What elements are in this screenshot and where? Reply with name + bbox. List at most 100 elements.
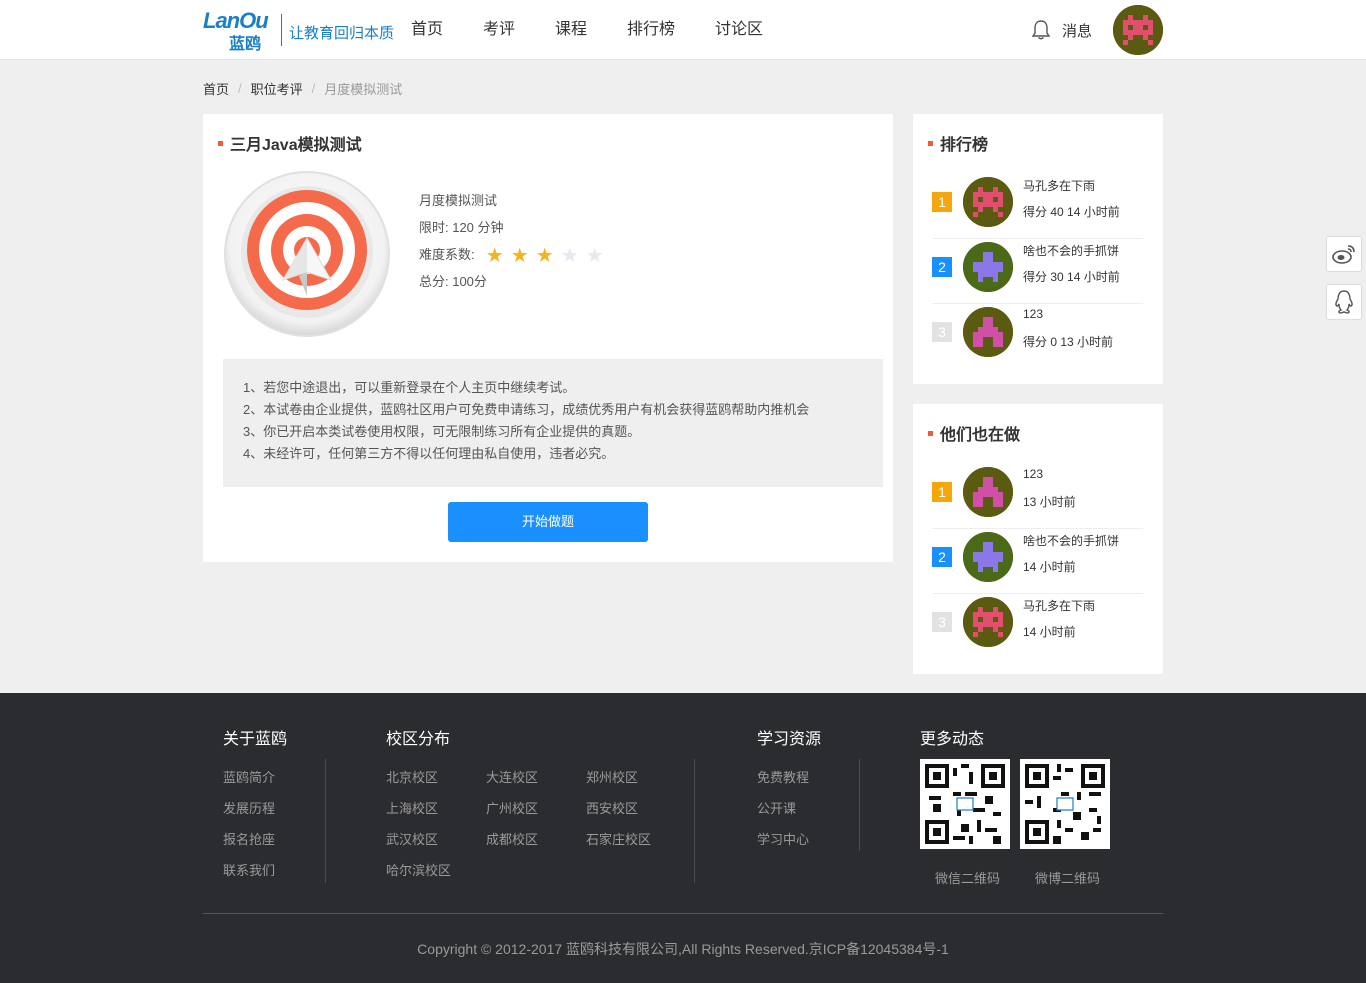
notice-line: 1、若您中途退出，可以重新登录在个人主页中继续考试。 — [243, 380, 576, 395]
rank-number: 1 — [932, 192, 952, 212]
qq-share-button[interactable] — [1326, 284, 1362, 320]
wechat-qr-caption: 微信二维码 — [935, 871, 1001, 886]
start-exam-button[interactable]: 开始做题 — [448, 502, 648, 542]
avatar-pixel-art — [963, 532, 1013, 582]
avatar[interactable] — [963, 307, 1013, 357]
footer-link[interactable]: 北京校区 — [386, 767, 438, 786]
rank-meta: 14 小时前 — [1023, 625, 1076, 639]
footer: 关于蓝鸥 蓝鸥简介 发展历程 报名抢座 联系我们 校区分布 北京校区 大连校区 … — [0, 693, 1366, 983]
exam-info: 月度模拟测试 限时: 120 分钟 难度系数: ★ ★ ★ ★ ★ 总分: 10… — [419, 190, 607, 298]
star-icon: ★ — [535, 244, 554, 267]
ranking-item[interactable]: 3 123 得分 0 13 小时前 — [932, 304, 1143, 369]
nav-assessment[interactable]: 考评 — [483, 0, 555, 60]
also-doing-item[interactable]: 3 马孔多在下雨 14 小时前 — [932, 594, 1143, 659]
footer-link[interactable]: 郑州校区 — [586, 767, 638, 786]
also-doing-item[interactable]: 2 啥也不会的手抓饼 14 小时前 — [932, 529, 1143, 594]
footer-link[interactable]: 广州校区 — [486, 798, 538, 817]
avatar-pixel-art — [963, 307, 1013, 357]
breadcrumb: 首页 / 职位考评 / 月度模拟测试 — [203, 78, 402, 98]
avatar[interactable] — [963, 177, 1013, 227]
footer-link[interactable]: 成都校区 — [486, 829, 538, 848]
rank-number: 3 — [932, 322, 952, 342]
exam-notice: 1、若您中途退出，可以重新登录在个人主页中继续考试。 2、本试卷由企业提供，蓝鸥… — [223, 359, 883, 487]
main-nav: 首页 考评 课程 排行榜 讨论区 — [411, 0, 775, 60]
weibo-qr-caption: 微博二维码 — [1035, 871, 1101, 886]
breadcrumb-separator: / — [311, 80, 316, 96]
footer-divider — [859, 759, 860, 851]
ranking-item[interactable]: 1 马孔多在下雨 得分 40 14 小时前 — [932, 174, 1143, 239]
star-icon: ★ — [560, 244, 579, 267]
rank-user-name[interactable]: 马孔多在下雨 — [1023, 597, 1095, 614]
exam-title: 三月Java模拟测试 — [218, 131, 362, 155]
footer-link[interactable]: 上海校区 — [386, 798, 438, 817]
rank-meta: 得分 0 13 小时前 — [1023, 335, 1114, 349]
ranking-item[interactable]: 2 啥也不会的手抓饼 得分 30 14 小时前 — [932, 239, 1143, 304]
nav-home[interactable]: 首页 — [411, 0, 483, 60]
nav-courses[interactable]: 课程 — [555, 0, 627, 60]
top-header: LanOu 蓝鸥 让教育回归本质 首页 考评 课程 排行榜 讨论区 消息 — [0, 0, 1366, 60]
footer-link[interactable]: 免费教程 — [757, 767, 809, 786]
footer-link[interactable]: 哈尔滨校区 — [386, 860, 451, 879]
also-doing-title: 他们也在做 — [928, 421, 1020, 445]
breadcrumb-section[interactable]: 职位考评 — [251, 79, 303, 98]
difficulty-label: 难度系数: — [419, 247, 475, 262]
qr-code-icon — [925, 764, 1005, 844]
ranking-card: 排行榜 1 马孔多在下雨 得分 40 14 小时前 2 啥也不会的手抓饼 得分 … — [913, 114, 1163, 384]
weibo-qr-code — [1020, 759, 1110, 849]
footer-more-title: 更多动态 — [920, 731, 985, 748]
avatar[interactable] — [963, 597, 1013, 647]
wechat-qr-code — [920, 759, 1010, 849]
qr-code-icon — [1025, 764, 1105, 844]
target-badge-icon — [223, 170, 391, 338]
footer-about-title: 关于蓝鸥 — [223, 731, 288, 748]
footer-link[interactable]: 大连校区 — [486, 767, 538, 786]
star-icon: ★ — [585, 244, 604, 267]
avatar[interactable] — [963, 532, 1013, 582]
rank-user-name[interactable]: 啥也不会的手抓饼 — [1023, 532, 1119, 549]
bell-icon — [1031, 20, 1051, 40]
breadcrumb-separator: / — [238, 80, 242, 96]
exam-type: 月度模拟测试 — [419, 193, 498, 208]
also-doing-card: 他们也在做 1 123 13 小时前 2 啥也不会的手抓饼 14 小时前 3 马… — [913, 404, 1163, 674]
exam-difficulty: 难度系数: ★ ★ ★ ★ ★ — [419, 244, 607, 271]
user-avatar[interactable] — [1113, 5, 1163, 55]
exam-card: 三月Java模拟测试 月度模拟测试 限时: 120 分钟 难度系数: ★ ★ ★… — [203, 114, 893, 562]
logo-text-cn: 蓝鸥 — [229, 36, 262, 53]
weibo-share-button[interactable] — [1326, 236, 1362, 272]
notice-line: 2、本试卷由企业提供，蓝鸥社区用户可免费申请练习，成绩优秀用户有机会获得蓝鸥帮助… — [243, 402, 810, 417]
notice-line: 3、你已开启本类试卷使用权限，可无限制练习所有企业提供的真题。 — [243, 424, 641, 439]
difficulty-stars: ★ ★ ★ ★ ★ — [482, 246, 607, 266]
footer-link[interactable]: 学习中心 — [757, 829, 809, 848]
messages-link[interactable]: 消息 — [1030, 18, 1092, 42]
breadcrumb-home[interactable]: 首页 — [203, 79, 229, 98]
footer-link[interactable]: 石家庄校区 — [586, 829, 651, 848]
footer-link[interactable]: 报名抢座 — [223, 829, 275, 848]
footer-link[interactable]: 发展历程 — [223, 798, 275, 817]
avatar[interactable] — [963, 242, 1013, 292]
footer-link[interactable]: 西安校区 — [586, 798, 638, 817]
rank-user-name[interactable]: 123 — [1023, 307, 1043, 321]
rank-meta: 得分 30 14 小时前 — [1023, 270, 1120, 284]
avatar-pixel-art — [1113, 5, 1163, 55]
footer-link[interactable]: 武汉校区 — [386, 829, 438, 848]
messages-label: 消息 — [1062, 22, 1093, 40]
footer-campus-title: 校区分布 — [386, 731, 451, 748]
footer-link[interactable]: 联系我们 — [223, 860, 275, 879]
nav-leaderboard[interactable]: 排行榜 — [627, 0, 715, 60]
rank-user-name[interactable]: 123 — [1023, 467, 1043, 481]
footer-link[interactable]: 公开课 — [757, 798, 796, 817]
exam-total-score: 总分: 100分 — [419, 274, 487, 289]
avatar-pixel-art — [963, 467, 1013, 517]
also-doing-item[interactable]: 1 123 13 小时前 — [932, 464, 1143, 529]
star-icon: ★ — [510, 244, 529, 267]
footer-link[interactable]: 蓝鸥简介 — [223, 767, 275, 786]
rank-number: 3 — [932, 612, 952, 632]
rank-user-name[interactable]: 啥也不会的手抓饼 — [1023, 242, 1119, 259]
nav-forum[interactable]: 讨论区 — [715, 0, 775, 60]
rank-number: 2 — [932, 547, 952, 567]
avatar[interactable] — [963, 467, 1013, 517]
logo[interactable]: LanOu 蓝鸥 让教育回归本质 — [203, 8, 403, 53]
logo-divider — [281, 14, 282, 46]
rank-user-name[interactable]: 马孔多在下雨 — [1023, 177, 1095, 194]
also-doing-list: 1 123 13 小时前 2 啥也不会的手抓饼 14 小时前 3 马孔多在下雨 … — [932, 464, 1143, 659]
